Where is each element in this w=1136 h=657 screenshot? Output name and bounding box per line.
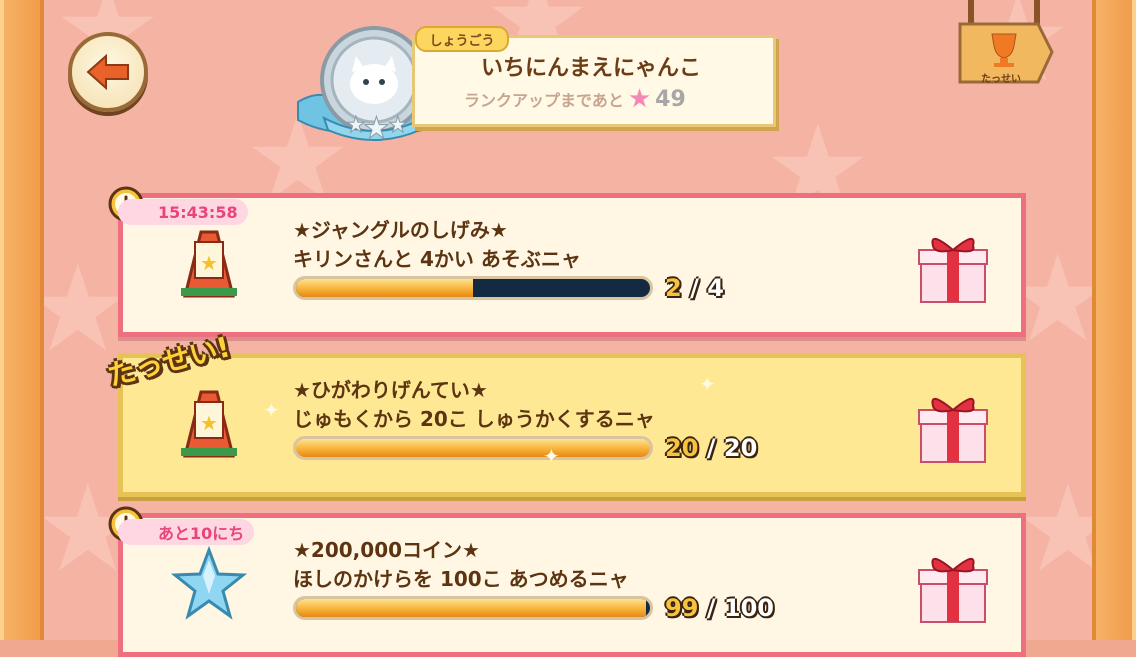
progress-separator: / [706, 594, 716, 622]
sparkle-icon: ✦ [699, 372, 716, 396]
svg-text:★: ★ [363, 111, 390, 146]
mission-timer: 15:43:58 [118, 199, 248, 225]
sparkle-icon: ✦ [263, 398, 280, 422]
progress-count: 99 / 100 [665, 594, 774, 622]
back-arrow-icon [86, 54, 129, 90]
mission-card: ★200,000コイン★ ほしのかけらを 100こ あつめるニャ 99 / 10… [118, 513, 1026, 657]
mission-description: じゅもくから 20こ しゅうかくするニャ [293, 407, 655, 431]
timer-text: 15:43:58 [158, 202, 238, 222]
gift-box-icon[interactable] [915, 548, 991, 626]
svg-text:★: ★ [200, 251, 218, 275]
title-tag: しょうごう [415, 26, 509, 52]
progress-bar [293, 276, 653, 300]
mission-timer: あと10にち [118, 519, 255, 545]
progress-current: 99 [665, 594, 699, 622]
pink-star-icon: ★ [627, 84, 652, 114]
svg-text:★: ★ [200, 411, 218, 435]
rank-up-info: ランクアップまであと ★ 49 [464, 84, 686, 114]
rank-up-label: ランクアップまであと [464, 91, 624, 110]
right-frame [1092, 0, 1136, 640]
progress-count: 20 / 20 [665, 434, 757, 462]
mission-card: ★ ★ジャングルのしげみ★ キリンさんと 4かい あそぶニャ 2 / 4 [118, 193, 1026, 337]
rank-up-remaining: 49 [655, 86, 686, 112]
blue-star-icon [171, 546, 247, 620]
signboard-icon: ★ [181, 390, 237, 458]
progress-bar [293, 436, 653, 460]
progress-fill [296, 439, 650, 457]
player-title: いちにんまえにゃんこ [480, 56, 701, 81]
progress-total: 4 [707, 274, 724, 302]
progress-separator: / [690, 274, 699, 302]
progress-total: 20 [723, 434, 758, 462]
back-button[interactable] [68, 32, 148, 112]
achievements-label: たっせい [981, 74, 1021, 85]
svg-text:★: ★ [388, 113, 408, 138]
progress-current: 20 [665, 434, 699, 462]
progress-bar [293, 596, 653, 620]
progress-current: 2 [665, 274, 682, 302]
mission-card-completed[interactable]: ★ ★ひがわりげんてい★ じゅもくから 20こ しゅうかくするニャ 20 / 2… [118, 353, 1026, 497]
signboard-icon: ★ [181, 230, 237, 298]
progress-fill [296, 279, 473, 297]
progress-count: 2 / 4 [665, 274, 724, 302]
gift-box-icon[interactable] [915, 228, 991, 306]
left-frame [0, 0, 44, 640]
progress-separator: / [706, 434, 716, 462]
mission-description: キリンさんと 4かい あそぶニャ [293, 247, 581, 271]
timer-text: あと10にち [158, 524, 245, 543]
mission-title: ★ひがわりげんてい★ [293, 378, 488, 402]
mission-description: ほしのかけらを 100こ あつめるニャ [293, 567, 629, 591]
gift-box-icon[interactable] [915, 388, 991, 466]
mission-title: ★200,000コイン★ [293, 538, 480, 562]
progress-total: 100 [723, 594, 774, 622]
progress-fill [296, 599, 647, 617]
mission-title: ★ジャングルのしげみ★ [293, 218, 508, 242]
sparkle-icon: ✦ [543, 444, 560, 468]
